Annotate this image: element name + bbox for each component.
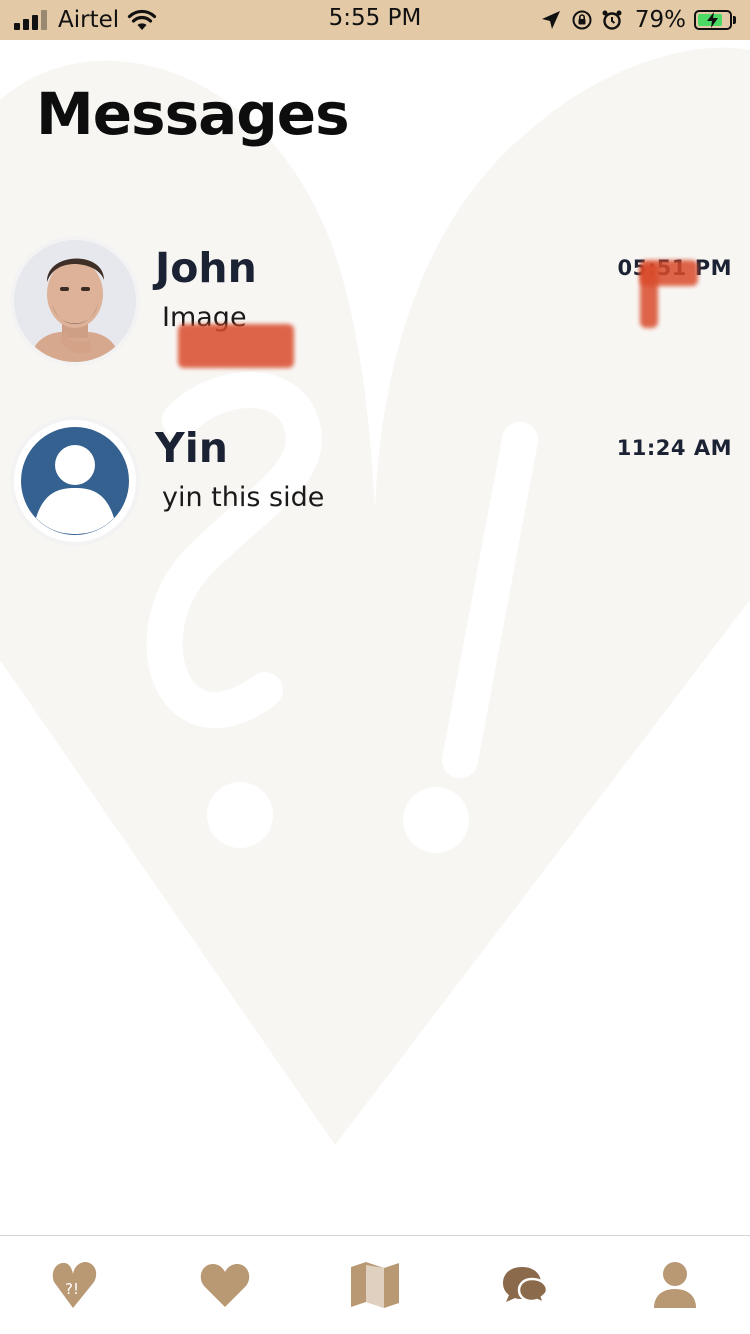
tab-discover[interactable]: ?!	[0, 1236, 150, 1334]
contact-name: John	[155, 244, 257, 292]
redaction-mark	[640, 264, 658, 328]
battery-percent: 79%	[634, 7, 686, 33]
tab-messages[interactable]	[450, 1236, 600, 1334]
status-right: 79%	[541, 6, 736, 34]
profile-icon	[654, 1262, 696, 1308]
alarm-icon	[602, 10, 622, 30]
heart-icon	[200, 1264, 250, 1307]
avatar[interactable]	[14, 240, 136, 362]
charging-bolt-icon	[707, 12, 718, 28]
location-arrow-icon	[541, 11, 560, 29]
question-heart-icon: ?!	[52, 1262, 97, 1308]
conversation-item-yin[interactable]: Yin yin this side 11:24 AM	[0, 400, 750, 580]
tab-bar: ?!	[0, 1235, 750, 1334]
chat-bubbles-icon	[503, 1267, 548, 1305]
contact-name: Yin	[155, 424, 228, 472]
map-icon	[351, 1262, 399, 1308]
battery-nub	[733, 16, 736, 24]
heart-watermark-background	[0, 47, 750, 1145]
tab-profile[interactable]	[600, 1236, 750, 1334]
svg-text:?!: ?!	[65, 1280, 79, 1298]
orientation-lock-icon	[572, 10, 592, 30]
page-title: Messages	[36, 80, 350, 148]
status-bar: Airtel 5:55 PM 79%	[0, 0, 750, 40]
default-user-avatar-icon	[21, 427, 129, 535]
message-preview: yin this side	[162, 482, 325, 513]
message-time: 11:24 AM	[616, 436, 732, 460]
profile-photo	[14, 240, 136, 362]
conversation-list: John Image 05:51 PM Yin yin this side 11…	[0, 220, 750, 580]
battery-charging-icon	[694, 10, 732, 30]
redaction-mark	[178, 324, 294, 368]
tab-map[interactable]	[300, 1236, 450, 1334]
conversation-item-john[interactable]: John Image 05:51 PM	[0, 220, 750, 400]
tab-likes[interactable]	[150, 1236, 300, 1334]
avatar[interactable]	[14, 420, 136, 542]
